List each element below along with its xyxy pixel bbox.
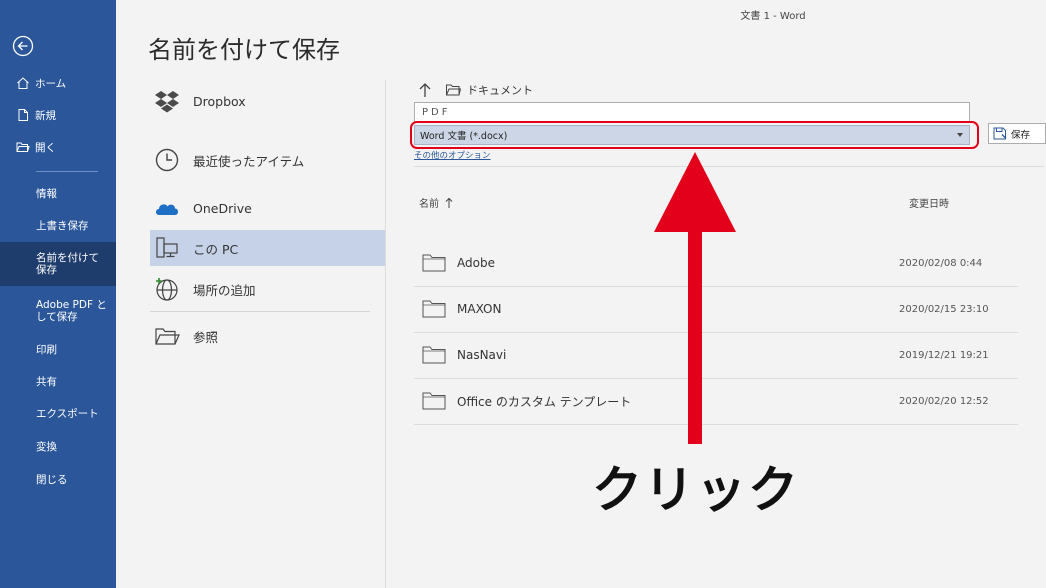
location-onedrive[interactable]: OneDrive [150,190,385,226]
column-header-label: 変更日時 [909,199,949,210]
sidebar-item-new[interactable]: 新規 [0,106,116,124]
location-dropbox[interactable]: Dropbox [150,83,385,119]
page-title: 名前を付けて保存 [148,36,340,64]
save-icon [993,127,1007,140]
sidebar-item-label: 印刷 [36,344,57,356]
back-arrow-icon[interactable] [12,35,34,57]
column-header-name[interactable]: 名前 [419,195,453,210]
folder-icon [422,346,446,364]
browse-folder-icon [155,328,180,345]
sidebar-item-save[interactable]: 上書き保存 [0,218,116,234]
sidebar-item-close[interactable]: 閉じる [0,472,116,488]
location-browse[interactable]: 参照 [150,318,385,354]
sort-ascending-icon [445,197,453,208]
folder-icon [446,84,461,96]
sidebar-item-save-as[interactable]: 名前を付けて保存 [0,242,116,286]
sidebar-item-label: 変換 [36,441,57,453]
sidebar-item-save-as-adobe-pdf[interactable]: Adobe PDF として保存 [0,297,116,325]
column-divider [385,80,386,588]
sidebar-item-label: 名前を付けて保存 [36,252,99,276]
location-label: 最近使ったアイテム [193,153,305,169]
globe-add-icon [156,278,178,301]
sidebar-item-label: 共有 [36,376,57,388]
path-bar: ドキュメント [418,82,533,98]
location-divider [150,311,370,312]
sidebar-item-label: 情報 [36,188,57,200]
location-recent[interactable]: 最近使ったアイテム [150,142,385,178]
folder-icon [422,254,446,272]
file-date: 2020/02/08 0:44 [899,257,983,269]
location-label: 参照 [193,329,219,345]
new-document-icon [18,109,28,121]
location-this-pc[interactable]: この PC [150,230,385,266]
sidebar-item-export[interactable]: エクスポート [0,406,116,422]
folder-icon [422,392,446,410]
location-label: この PC [193,241,239,257]
location-add-place[interactable]: 場所の追加 [150,271,385,307]
sidebar-item-home[interactable]: ホーム [0,74,116,92]
file-name: Office のカスタム テンプレート [457,394,632,409]
file-type-dropdown[interactable]: Word 文書 (*.docx) [414,125,970,145]
home-icon [17,77,29,89]
file-type-value: Word 文書 (*.docx) [420,131,508,142]
filename-input[interactable] [414,102,970,122]
sidebar-item-label: ホーム [35,77,67,90]
computer-icon [156,237,178,258]
save-button-label: 保存 [1011,129,1031,141]
sidebar-item-label: Adobe PDF として保存 [36,299,107,323]
folder-icon [422,300,446,318]
chevron-down-icon [957,133,963,137]
sidebar-item-info[interactable]: 情報 [0,186,116,202]
window-title: 文書 1 - Word [740,11,806,22]
file-date: 2020/02/20 12:52 [899,395,989,407]
open-folder-icon [16,142,30,152]
location-label: 場所の追加 [193,282,256,298]
file-name: Adobe [457,256,495,270]
sidebar-item-label: 新規 [35,109,56,122]
file-name: MAXON [457,302,502,316]
sidebar-item-label: 閉じる [36,474,68,486]
column-header-modified[interactable]: 変更日時 [909,195,949,210]
dropbox-icon [155,91,179,113]
sidebar-item-convert[interactable]: 変換 [0,439,116,455]
column-header-label: 名前 [419,199,439,210]
more-options-link[interactable]: その他のオプション [414,149,491,161]
sidebar-divider [36,171,98,172]
clock-icon [155,148,179,172]
sidebar-item-label: 上書き保存 [36,220,89,232]
save-button[interactable]: 保存 [988,123,1046,144]
sidebar-item-print[interactable]: 印刷 [0,342,116,358]
file-date: 2019/12/21 19:21 [899,349,989,361]
annotation-arrow [654,152,736,444]
breadcrumb[interactable]: ドキュメント [467,82,533,98]
up-arrow-icon[interactable] [418,82,432,98]
file-name: NasNavi [457,348,507,362]
file-date: 2020/02/15 23:10 [899,303,989,315]
cloud-icon [156,204,178,215]
sidebar-item-label: 開く [35,141,56,154]
sidebar-item-share[interactable]: 共有 [0,374,116,390]
backstage-sidebar: ホーム 新規 開く 情報 上書き保存 名前を付けて保存 Adobe PDF とし… [0,0,116,588]
location-label: Dropbox [193,93,246,109]
sidebar-item-label: エクスポート [36,408,99,420]
location-label: OneDrive [193,200,252,216]
annotation-label: クリック [592,461,800,519]
sidebar-item-open[interactable]: 開く [0,138,116,156]
